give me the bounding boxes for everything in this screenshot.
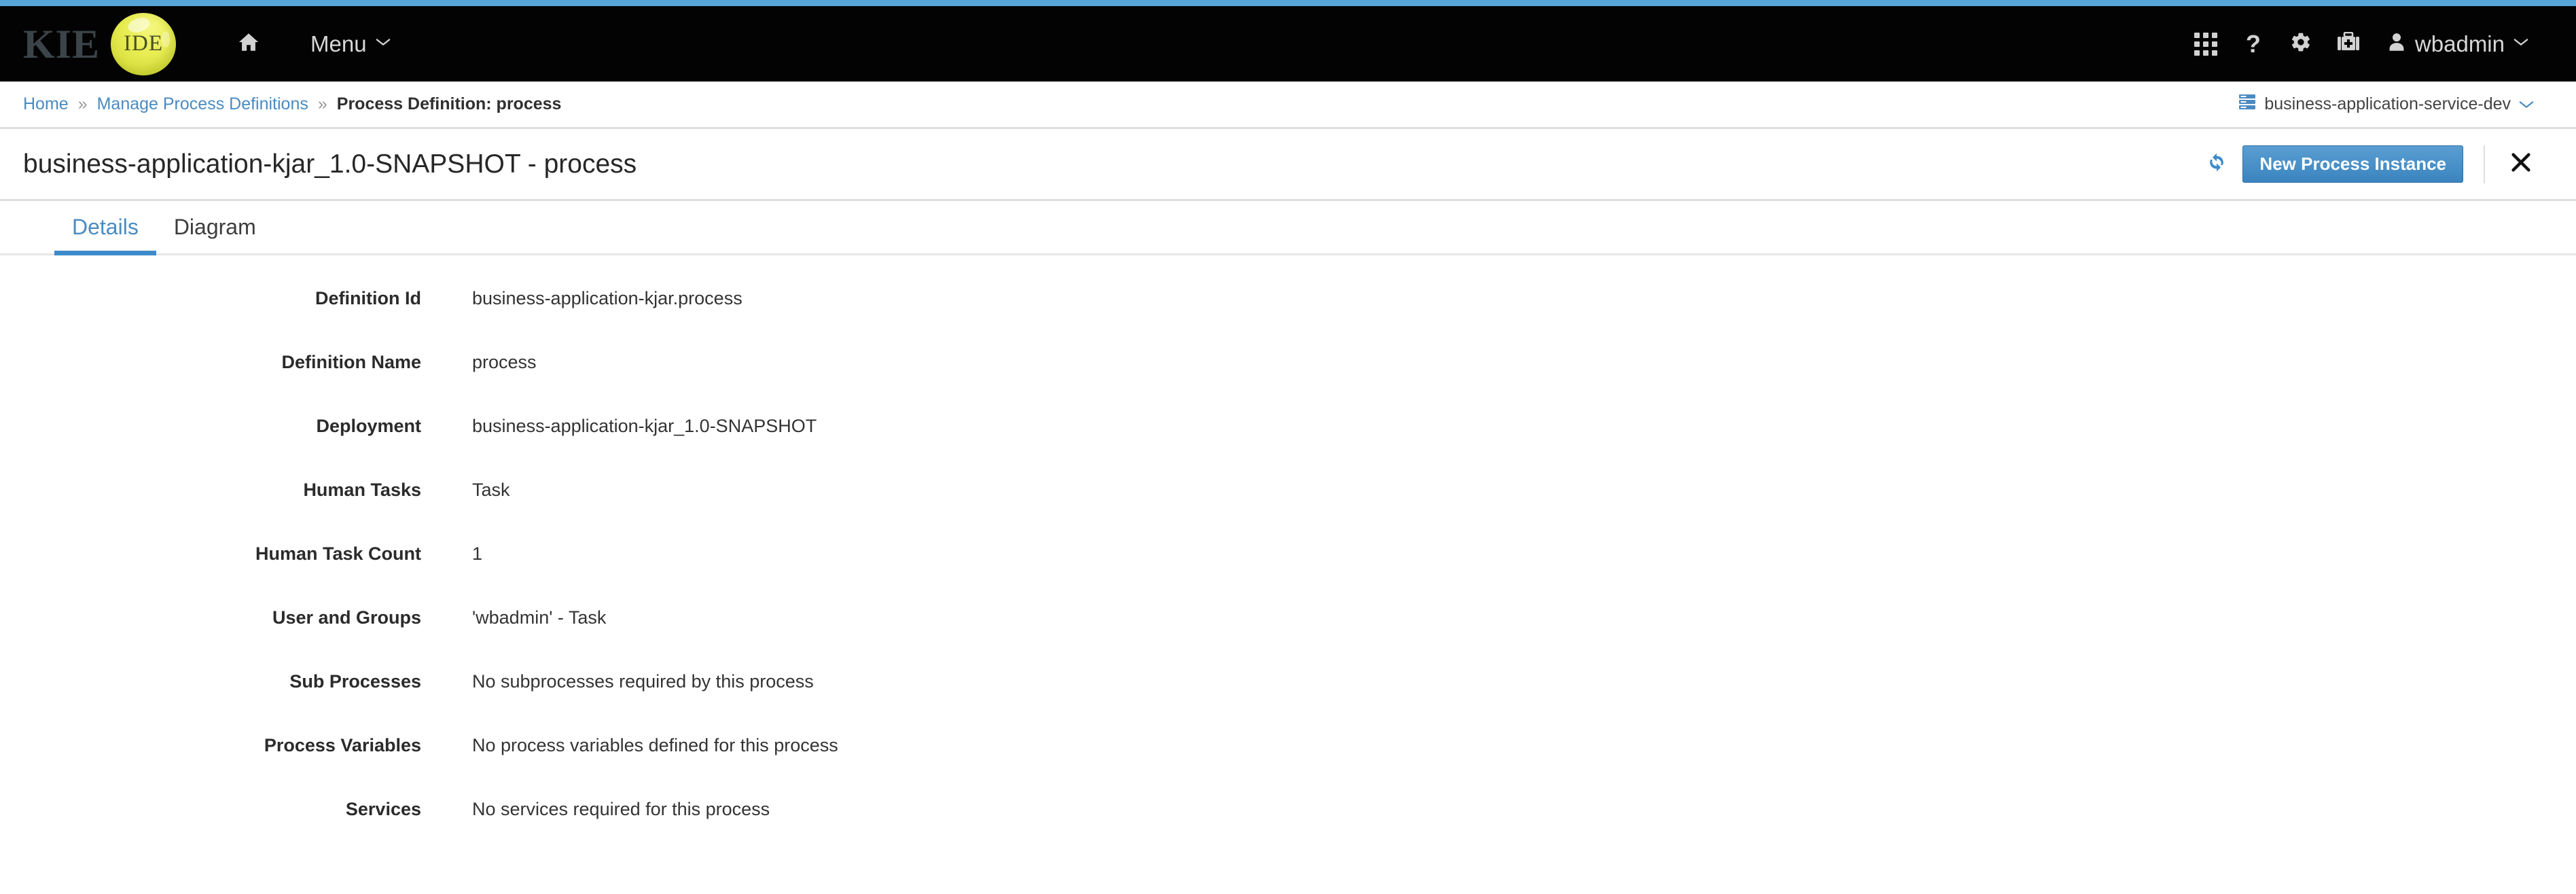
refresh-button[interactable] (2191, 151, 2242, 177)
masthead-right: ? wbadmin (2182, 6, 2534, 82)
detail-value-sub-processes: No subprocesses required by this process (472, 671, 814, 692)
title-bar: business-application-kjar_1.0-SNAPSHOT -… (0, 129, 2576, 201)
title-bar-actions: New Process Instance (2191, 145, 2537, 183)
help-icon: ? (2245, 29, 2261, 58)
detail-row: Deployment business-application-kjar_1.0… (0, 412, 2576, 476)
breadcrumb: Home » Manage Process Definitions » Proc… (23, 94, 561, 114)
detail-row: Human Task Count 1 (0, 539, 2576, 603)
masthead-left: KIE IDE Menu (0, 6, 2182, 82)
server-selector-label: business-application-service-dev (2264, 94, 2511, 113)
settings-button[interactable] (2277, 6, 2325, 82)
menu-button[interactable]: Menu (302, 6, 399, 82)
medkit-button[interactable] (2325, 6, 2372, 82)
detail-row: Process Variables No process variables d… (0, 731, 2576, 795)
detail-label-process-variables: Process Variables (264, 735, 421, 755)
detail-label-sub-processes: Sub Processes (289, 671, 421, 692)
detail-label-human-tasks: Human Tasks (303, 480, 421, 500)
home-button[interactable] (225, 6, 272, 82)
detail-row: User and Groups 'wbadmin' - Task (0, 603, 2576, 667)
new-process-instance-button[interactable]: New Process Instance (2242, 145, 2463, 183)
home-icon (237, 31, 260, 57)
detail-value-process-variables: No process variables defined for this pr… (472, 735, 838, 755)
server-selector[interactable]: business-application-service-dev (2238, 94, 2534, 115)
breadcrumb-item-manage-process-definitions[interactable]: Manage Process Definitions (97, 94, 308, 114)
gear-icon (2290, 31, 2312, 56)
breadcrumb-separator: » (77, 94, 88, 113)
server-icon (2238, 94, 2256, 115)
user-name-label: wbadmin (2414, 31, 2505, 56)
close-button[interactable] (2509, 151, 2537, 177)
detail-row: Definition Name process (0, 348, 2576, 412)
tab-diagram[interactable]: Diagram (156, 215, 274, 253)
tab-details[interactable]: Details (54, 215, 156, 255)
breadcrumb-separator: » (317, 94, 327, 113)
apps-grid-icon (2194, 32, 2217, 56)
detail-label-definition-name: Definition Name (281, 352, 421, 372)
refresh-icon (2206, 151, 2228, 177)
detail-label-definition-id: Definition Id (315, 288, 421, 308)
tab-bar: Details Diagram (0, 201, 2576, 255)
breadcrumb-bar: Home » Manage Process Definitions » Proc… (0, 82, 2576, 129)
detail-row: Services No services required for this p… (0, 795, 2576, 859)
detail-value-user-and-groups: 'wbadmin' - Task (472, 607, 607, 628)
breadcrumb-item-home[interactable]: Home (23, 94, 69, 114)
detail-label-human-task-count: Human Task Count (255, 543, 421, 564)
close-icon (2509, 151, 2533, 177)
detail-label-user-and-groups: User and Groups (272, 607, 421, 628)
detail-value-definition-id: business-application-kjar.process (472, 288, 743, 308)
detail-label-deployment: Deployment (316, 416, 421, 436)
page-title: business-application-kjar_1.0-SNAPSHOT -… (23, 149, 637, 179)
brand-logo[interactable]: KIE IDE (23, 12, 177, 75)
menu-label: Menu (310, 31, 367, 56)
brand-badge-label: IDE (124, 31, 164, 56)
brand-name: KIE (23, 21, 101, 67)
detail-value-definition-name: process (472, 352, 537, 372)
detail-label-services: Services (345, 799, 421, 819)
details-panel: Definition Id business-application-kjar.… (0, 255, 2576, 859)
masthead: KIE IDE Menu ? wbadmin (0, 6, 2576, 82)
detail-row: Human Tasks Task (0, 476, 2576, 539)
detail-value-human-tasks: Task (472, 480, 510, 500)
apps-grid-button[interactable] (2182, 6, 2230, 82)
detail-row: Definition Id business-application-kjar.… (0, 284, 2576, 348)
medkit-icon (2337, 31, 2360, 56)
detail-value-deployment: business-application-kjar_1.0-SNAPSHOT (472, 416, 817, 436)
help-button[interactable]: ? (2230, 6, 2277, 82)
top-accent-strip (0, 0, 2576, 6)
toolbar-divider (2484, 145, 2485, 183)
breadcrumb-item-current: Process Definition: process (336, 94, 562, 113)
detail-value-services: No services required for this process (472, 799, 770, 819)
chevron-down-icon (2519, 96, 2534, 113)
user-menu-button[interactable]: wbadmin (2372, 6, 2534, 82)
user-icon (2387, 32, 2406, 56)
chevron-down-icon (2514, 37, 2528, 50)
chevron-down-icon (376, 37, 391, 50)
brand-badge: IDE (111, 12, 177, 75)
detail-value-human-task-count: 1 (472, 543, 483, 564)
detail-row: Sub Processes No subprocesses required b… (0, 667, 2576, 731)
